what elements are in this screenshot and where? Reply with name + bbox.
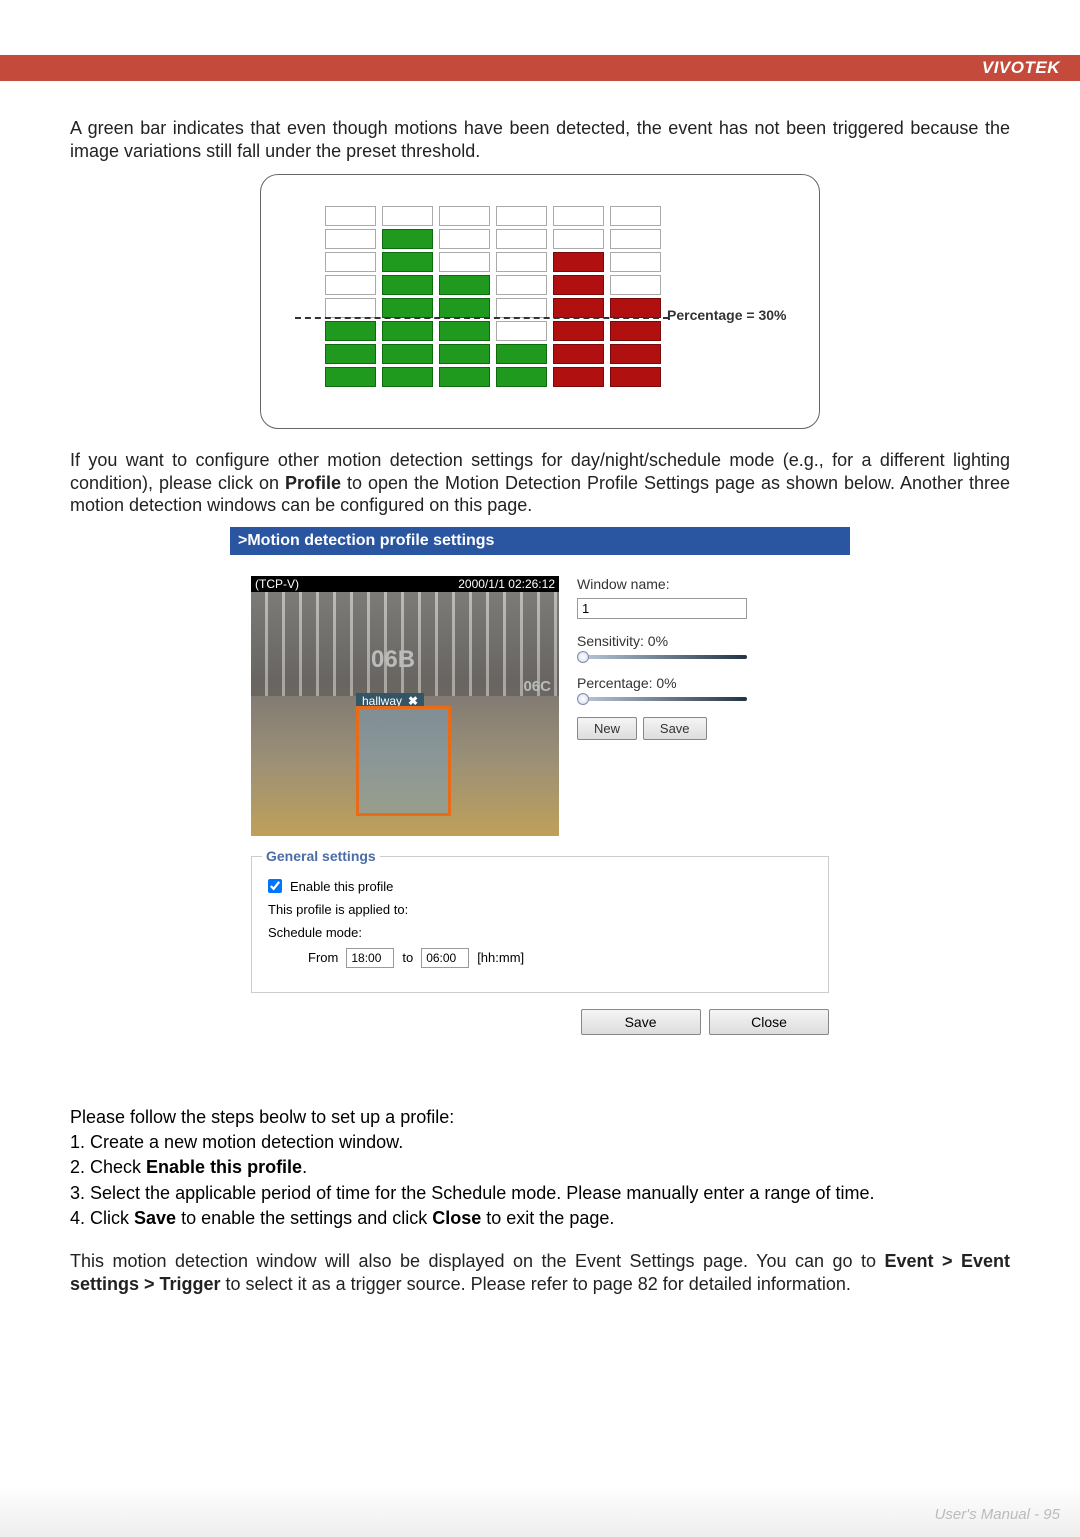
steps-list: Please follow the steps beolw to set up … xyxy=(70,1106,1010,1231)
schedule-mode-label: Schedule mode: xyxy=(268,925,362,940)
threshold-chart-figure: Percentage = 30% xyxy=(260,174,820,429)
overlay-left: (TCP-V) xyxy=(255,577,299,591)
percentage-label-ctrl: Percentage: 0% xyxy=(577,675,829,691)
save-button[interactable]: Save xyxy=(643,717,707,740)
footer-text: User's Manual - 95 xyxy=(935,1506,1060,1523)
applied-to-label: This profile is applied to: xyxy=(268,902,408,917)
para-green-bar: A green bar indicates that even though m… xyxy=(70,117,1010,162)
page-footer: User's Manual - 95 xyxy=(0,1485,1080,1537)
profile-close-button[interactable]: Close xyxy=(709,1009,829,1035)
brand-text: VIVOTEK xyxy=(982,58,1060,78)
step-1: 1. Create a new motion detection window. xyxy=(70,1131,1010,1154)
enable-profile-checkbox[interactable] xyxy=(268,879,282,893)
to-label: to xyxy=(402,950,413,965)
motion-controls: Window name: Sensitivity: 0% Percentage:… xyxy=(577,576,829,836)
from-label: From xyxy=(308,950,338,965)
new-button[interactable]: New xyxy=(577,717,637,740)
slider-thumb-icon[interactable] xyxy=(577,693,589,705)
motion-window-box[interactable] xyxy=(356,706,451,816)
slider-thumb-icon[interactable] xyxy=(577,651,589,663)
sensitivity-slider[interactable] xyxy=(577,655,747,659)
profile-save-button[interactable]: Save xyxy=(581,1009,701,1035)
sensitivity-label: Sensitivity: 0% xyxy=(577,633,829,649)
para2-bold: Profile xyxy=(285,473,341,493)
percentage-slider[interactable] xyxy=(577,697,747,701)
video-preview[interactable]: (TCP-V) 2000/1/1 02:26:12 06B 06C hallwa… xyxy=(251,576,559,836)
general-settings-fieldset: General settings Enable this profile Thi… xyxy=(251,856,829,993)
panel-title: >Motion detection profile settings xyxy=(230,527,850,555)
preview-overlay: (TCP-V) 2000/1/1 02:26:12 xyxy=(251,576,559,592)
profile-panel: >Motion detection profile settings (TCP-… xyxy=(230,527,850,1056)
step-4: 4. Click Save to enable the settings and… xyxy=(70,1207,1010,1230)
general-legend: General settings xyxy=(262,848,380,864)
threshold-line xyxy=(295,317,669,319)
to-time-input[interactable] xyxy=(421,948,469,968)
para-profile-info: If you want to configure other motion de… xyxy=(70,449,1010,517)
from-time-input[interactable] xyxy=(346,948,394,968)
time-format-hint: [hh:mm] xyxy=(477,950,524,965)
header-bar: VIVOTEK xyxy=(0,55,1080,81)
window-name-label: Window name: xyxy=(577,576,829,592)
percentage-label: Percentage = 30% xyxy=(667,307,786,323)
step-3: 3. Select the applicable period of time … xyxy=(70,1182,1010,1205)
step-2: 2. Check Enable this profile. xyxy=(70,1156,1010,1179)
overlay-timestamp: 2000/1/1 02:26:12 xyxy=(458,577,555,591)
window-name-input[interactable] xyxy=(577,598,747,619)
steps-intro: Please follow the steps beolw to set up … xyxy=(70,1106,1010,1129)
preview-text-06c: 06C xyxy=(523,678,551,695)
closing-para: This motion detection window will also b… xyxy=(70,1250,1010,1295)
enable-profile-label: Enable this profile xyxy=(290,879,393,894)
preview-text-06b: 06B xyxy=(371,646,415,674)
